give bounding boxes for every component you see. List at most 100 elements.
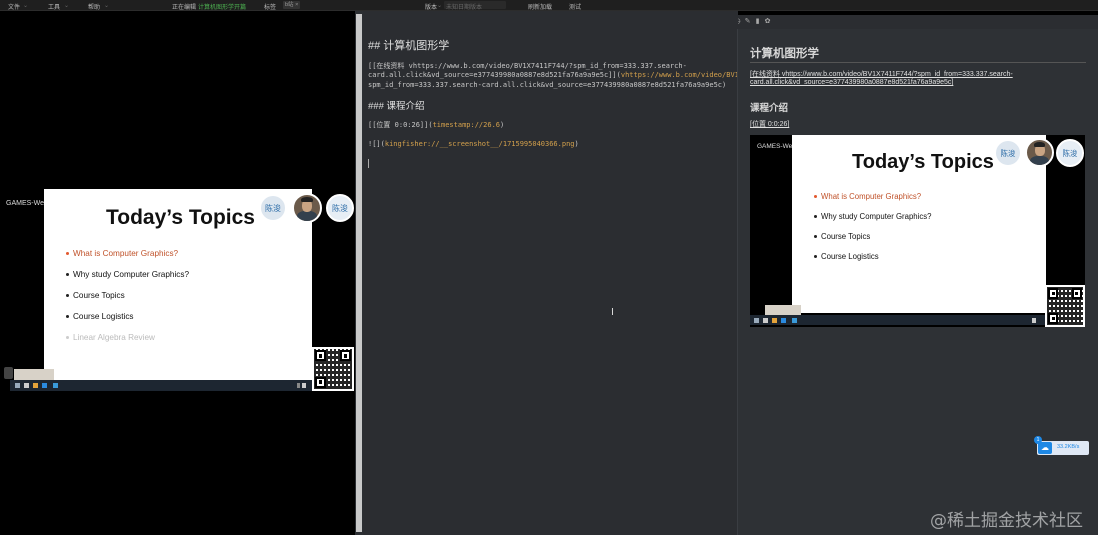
- test-button[interactable]: 测试: [569, 2, 581, 11]
- menu-help[interactable]: 帮助: [88, 2, 100, 11]
- preview-timestamp-link[interactable]: [位置 0:0:26]: [750, 119, 789, 129]
- video-taskbar: [750, 315, 1045, 325]
- slide-bullet: Course Logistics: [66, 312, 189, 333]
- avatar-bubble: 陈浚: [259, 194, 287, 222]
- avatar: [1025, 138, 1054, 167]
- transfer-speed: 33.2KB/s: [1057, 444, 1080, 450]
- settings-icon[interactable]: ✿: [764, 18, 771, 25]
- image-url: kingfisher://__screenshot__/171599504036…: [384, 140, 575, 148]
- bullet-text: What is Computer Graphics?: [821, 192, 922, 201]
- cloud-icon[interactable]: ☁: [1038, 442, 1052, 454]
- markdown-editor[interactable]: ## 计算机图形学 [[在线资料 vhttps://www.b.com/vide…: [363, 11, 785, 535]
- splitter-handle[interactable]: [356, 14, 362, 532]
- bullet-text: Course Topics: [73, 291, 125, 300]
- editor-link-line-3[interactable]: spm_id_from=333.337.search-card.all.clic…: [368, 81, 726, 89]
- tags-label: 标签: [264, 5, 277, 11]
- slide-bullet: Why study Computer Graphics?: [66, 270, 189, 291]
- editor-image-line[interactable]: ![](kingfisher://__screenshot__/17159950…: [368, 140, 579, 148]
- chevron-down-icon[interactable]: ⌄: [64, 2, 69, 9]
- bullet-text: Course Logistics: [73, 312, 134, 321]
- editor-link-text: card.all.click&vd_source=e377439980a0887…: [368, 71, 621, 79]
- slide-bullet: What is Computer Graphics?: [66, 249, 189, 270]
- edit-icon[interactable]: ✎: [744, 18, 751, 25]
- preview-h3: 课程介绍: [750, 103, 789, 114]
- version-label: 版本: [425, 5, 438, 11]
- bullet-text: Linear Algebra Review: [73, 333, 155, 342]
- bullet-dot: [66, 336, 69, 339]
- editing-prefix: 正在编辑: [172, 5, 197, 11]
- bullet-dot: [814, 255, 817, 258]
- qr-code: [312, 347, 354, 391]
- bullet-text: Course Topics: [821, 232, 871, 241]
- image-close: ): [574, 140, 579, 148]
- markdown-preview: 计算机图形学 [在线资料 vhttps://www.b.com/video/BV…: [738, 29, 1098, 535]
- editing-document-name[interactable]: 计算机图形学开篇: [198, 2, 246, 11]
- slide-bullet: What is Computer Graphics?: [814, 192, 932, 212]
- image-syntax: ![](: [368, 140, 385, 148]
- chevron-down-icon[interactable]: ⌄: [23, 2, 28, 9]
- top-menu-bar: 文件 ⌄ 工具 ⌄ 帮助 ⌄ 正在编辑 计算机图形学开篇 标签 b站 × 版本 …: [0, 0, 1098, 11]
- site-watermark: @稀土掘金技术社区: [930, 511, 1083, 531]
- menu-file[interactable]: 文件: [8, 2, 20, 11]
- mouse-ibeam-cursor: I: [611, 307, 614, 318]
- bullet-dot: [66, 252, 69, 255]
- notification-count: 1: [1034, 436, 1042, 444]
- slide-bullet: Linear Algebra Review: [66, 333, 189, 354]
- chevron-down-icon[interactable]: ⌄: [437, 2, 442, 9]
- bullet-text: Why study Computer Graphics?: [73, 270, 190, 279]
- preview-h2: 计算机图形学: [750, 48, 819, 60]
- tag-chip[interactable]: b站 ×: [283, 1, 301, 9]
- editor-timestamp-line[interactable]: [[位置 0:0:26]](timestamp://26.6): [368, 120, 504, 130]
- slide-bullet-list: What is Computer Graphics? Why study Com…: [814, 192, 932, 272]
- version-select-value: 未知日期版本: [446, 5, 483, 11]
- video-player[interactable]: GAMES-We Today’s Topics What is Computer…: [0, 11, 355, 535]
- menu-tools[interactable]: 工具: [48, 2, 60, 11]
- slide-bullet: Why study Computer Graphics?: [814, 212, 932, 232]
- preview-screenshot[interactable]: GAMES-We Today’s Topics What is Computer…: [750, 135, 1085, 327]
- editor-h3-line[interactable]: ### 课程介绍: [368, 98, 425, 112]
- editor-h2-line[interactable]: ## 计算机图形学: [368, 37, 449, 53]
- bullet-text: What is Computer Graphics?: [73, 249, 179, 258]
- cloud-sync-badge[interactable]: ☁ 1 33.2KB/s: [1034, 436, 1089, 455]
- logo-icon: [4, 367, 13, 379]
- editor-link-text: [[在线资料 vhttps://www.b.com/video/BV1X7411…: [368, 62, 687, 70]
- editor-link-line-2[interactable]: card.all.click&vd_source=e377439980a0887…: [368, 71, 785, 79]
- pane-splitter[interactable]: [355, 11, 363, 535]
- preview-link-line-2[interactable]: card.all.click&vd_source=e377439980a0887…: [750, 79, 953, 86]
- chevron-down-icon[interactable]: ⌄: [104, 2, 109, 9]
- slide-title: Today’s Topics: [106, 206, 255, 229]
- lock-icon[interactable]: ▮: [754, 18, 761, 25]
- text-cursor: [368, 159, 369, 168]
- slide-title: Today’s Topics: [852, 151, 994, 173]
- bullet-dot: [66, 294, 69, 297]
- refresh-button[interactable]: 刷新加载: [528, 2, 552, 11]
- tag-chip-label: b站: [285, 2, 294, 8]
- bullet-dot: [814, 195, 817, 198]
- avatar: [292, 193, 322, 223]
- video-taskbar: [10, 380, 312, 391]
- editor-link-line-1[interactable]: [[在线资料 vhttps://www.b.com/video/BV1X7411…: [368, 61, 687, 71]
- timestamp-url: timestamp://26.6: [432, 121, 501, 129]
- bullet-dot: [66, 273, 69, 276]
- close-icon[interactable]: ×: [295, 2, 298, 8]
- avatar-bubble: 陈浚: [326, 194, 354, 222]
- bullet-dot: [66, 315, 69, 318]
- slide-bullet: Course Logistics: [814, 252, 932, 272]
- qr-code: [1045, 285, 1085, 327]
- slide-bullet-list: What is Computer Graphics? Why study Com…: [66, 249, 189, 354]
- slide-bullet: Course Topics: [66, 291, 189, 312]
- avatar-bubble: 陈浚: [994, 139, 1022, 167]
- preview-divider: [750, 62, 1086, 63]
- bullet-dot: [814, 215, 817, 218]
- timestamp-close: ): [500, 121, 505, 129]
- speaker-nameplate: [765, 305, 801, 315]
- timestamp-label: [[位置 0:0:26]](: [368, 121, 433, 129]
- games-watermark: GAMES-We: [757, 143, 793, 150]
- games-watermark: GAMES-We: [6, 200, 44, 207]
- bullet-text: Why study Computer Graphics?: [821, 212, 932, 221]
- slide-bullet: Course Topics: [814, 232, 932, 252]
- avatar-bubble: 陈浚: [1056, 139, 1084, 167]
- bullet-dot: [814, 235, 817, 238]
- bullet-text: Course Logistics: [821, 252, 879, 261]
- preview-link-line-1[interactable]: [在线资料 vhttps://www.b.com/video/BV1X7411F…: [750, 69, 1013, 79]
